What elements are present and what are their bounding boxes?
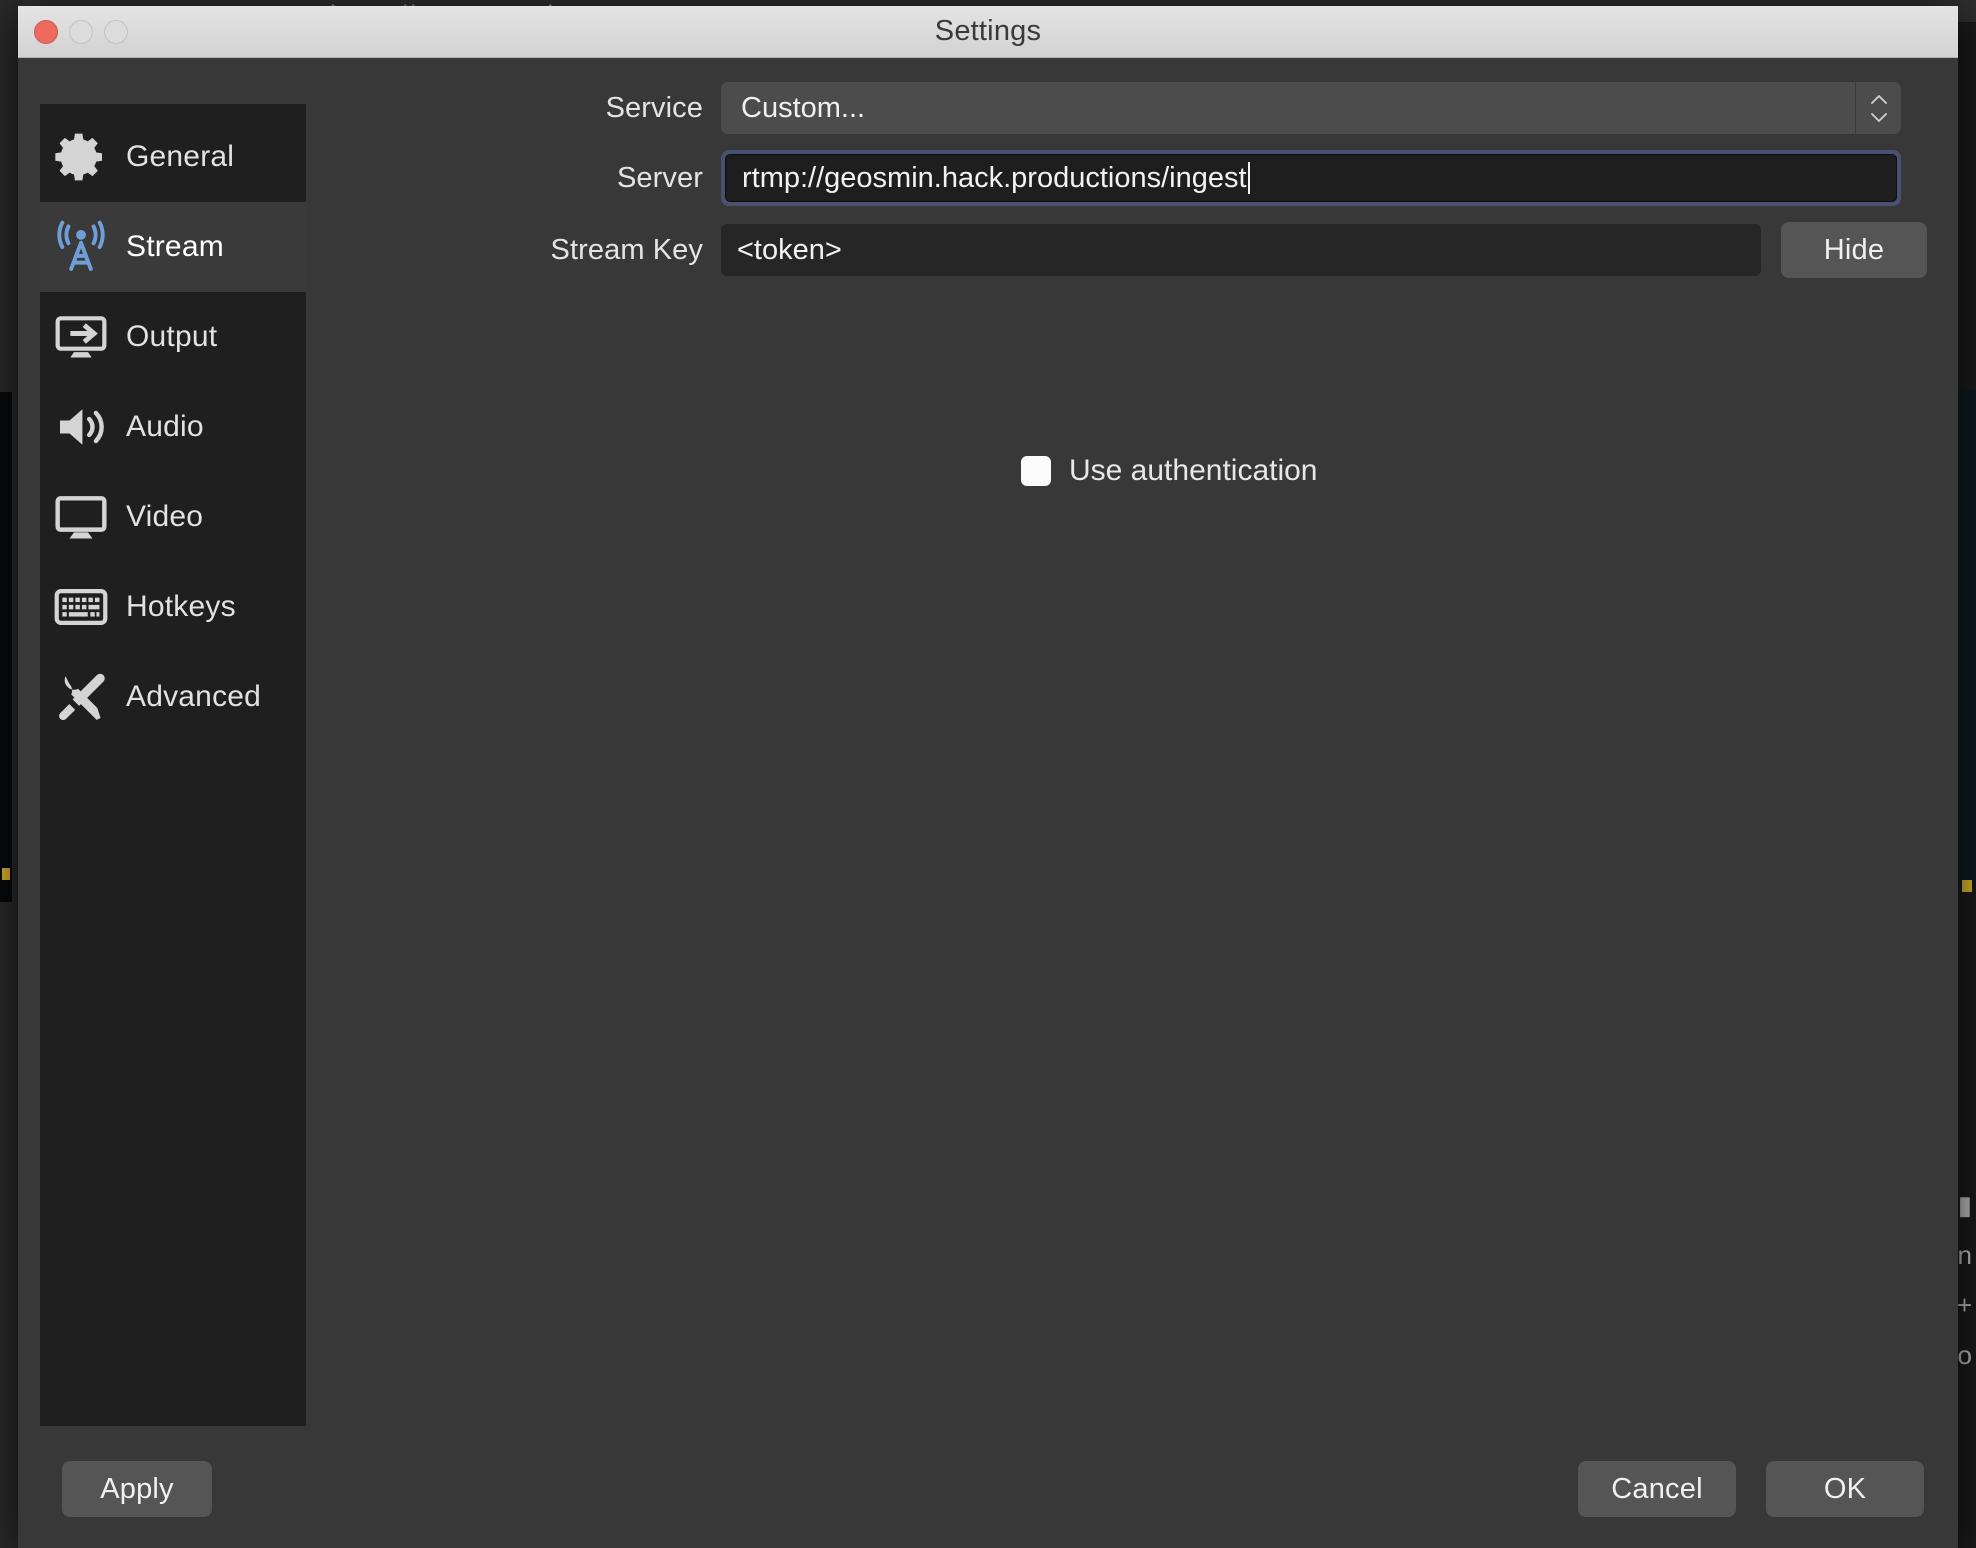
service-row: Service Custom... bbox=[306, 82, 1958, 134]
server-label: Server bbox=[616, 161, 703, 194]
sidebar-item-general[interactable]: General bbox=[40, 112, 306, 202]
stream-key-label: Stream Key bbox=[550, 233, 703, 266]
server-input-value: rtmp://geosmin.hack.productions/ingest bbox=[742, 161, 1247, 194]
hide-stream-key-button[interactable]: Hide bbox=[1781, 222, 1927, 278]
stream-key-input[interactable]: <token> bbox=[721, 224, 1761, 276]
chevron-updown-icon[interactable] bbox=[1855, 82, 1901, 134]
keyboard-icon bbox=[52, 578, 110, 636]
output-icon bbox=[52, 308, 110, 366]
close-button[interactable] bbox=[34, 19, 58, 44]
background-right-marker bbox=[1962, 880, 1972, 892]
ok-button[interactable]: OK bbox=[1766, 1461, 1924, 1517]
sidebar-item-video[interactable]: Video bbox=[40, 472, 306, 562]
speaker-icon bbox=[52, 398, 110, 456]
sidebar-item-label: Hotkeys bbox=[126, 590, 236, 623]
sidebar-item-output[interactable]: Output bbox=[40, 292, 306, 382]
dialog-body: General Stream Output Audio Video Hotkey… bbox=[18, 58, 1958, 1430]
settings-dialog: Settings General Stream Output Audio Vid… bbox=[18, 6, 1958, 1548]
stream-key-row: Stream Key <token> Hide bbox=[306, 222, 1958, 278]
broadcast-icon bbox=[52, 218, 110, 276]
apply-button[interactable]: Apply bbox=[62, 1461, 212, 1517]
zoom-button[interactable] bbox=[104, 19, 128, 44]
sidebar-item-label: Stream bbox=[126, 230, 224, 263]
gear-icon bbox=[52, 128, 110, 186]
sidebar-item-label: Audio bbox=[126, 410, 204, 443]
sidebar-item-label: Advanced bbox=[126, 680, 262, 713]
background-right-video-edge bbox=[1958, 390, 1976, 890]
window-title: Settings bbox=[934, 15, 1042, 47]
sidebar-item-label: General bbox=[126, 140, 235, 173]
service-combobox[interactable]: Custom... bbox=[721, 82, 1901, 134]
use-authentication-label: Use authentication bbox=[1069, 454, 1318, 487]
server-input-focus-ring: rtmp://geosmin.hack.productions/ingest bbox=[721, 150, 1901, 206]
stream-key-value: <token> bbox=[737, 233, 842, 266]
monitor-icon bbox=[52, 488, 110, 546]
dialog-footer: Apply Cancel OK bbox=[18, 1430, 1958, 1548]
text-caret bbox=[1247, 162, 1250, 194]
service-value: Custom... bbox=[741, 91, 866, 124]
footer-primary-actions: Cancel OK bbox=[1578, 1461, 1924, 1517]
sidebar-item-audio[interactable]: Audio bbox=[40, 382, 306, 472]
sidebar-item-hotkeys[interactable]: Hotkeys bbox=[40, 562, 306, 652]
background-right-glyph-4: o bbox=[1957, 1340, 1972, 1370]
use-authentication-checkbox[interactable] bbox=[1021, 456, 1051, 486]
settings-sidebar: General Stream Output Audio Video Hotkey… bbox=[40, 104, 306, 1426]
sidebar-item-label: Video bbox=[126, 500, 204, 533]
window-titlebar: Settings bbox=[18, 6, 1958, 58]
server-row: Server rtmp://geosmin.hack.productions/i… bbox=[306, 150, 1958, 206]
server-input[interactable]: rtmp://geosmin.hack.productions/ingest bbox=[725, 154, 1897, 202]
sidebar-item-advanced[interactable]: Advanced bbox=[40, 652, 306, 742]
background-right-glyph-2: n bbox=[1957, 1240, 1972, 1270]
background-right-glyph-3: + bbox=[1956, 1290, 1972, 1320]
stream-settings-panel: Service Custom... Server rtmp://geosmin.… bbox=[306, 82, 1958, 1430]
minimize-button[interactable] bbox=[69, 19, 93, 44]
sidebar-item-stream[interactable]: Stream bbox=[40, 202, 306, 292]
use-authentication-row[interactable]: Use authentication bbox=[1021, 454, 1958, 488]
cancel-button[interactable]: Cancel bbox=[1578, 1461, 1736, 1517]
service-label: Service bbox=[605, 91, 703, 124]
window-controls bbox=[34, 19, 128, 44]
tools-icon bbox=[52, 668, 110, 726]
background-right-glyph-1: ▮ bbox=[1957, 1190, 1972, 1220]
background-left-marker bbox=[2, 868, 10, 880]
background-left-video-edge bbox=[0, 392, 12, 902]
sidebar-item-label: Output bbox=[126, 320, 218, 353]
